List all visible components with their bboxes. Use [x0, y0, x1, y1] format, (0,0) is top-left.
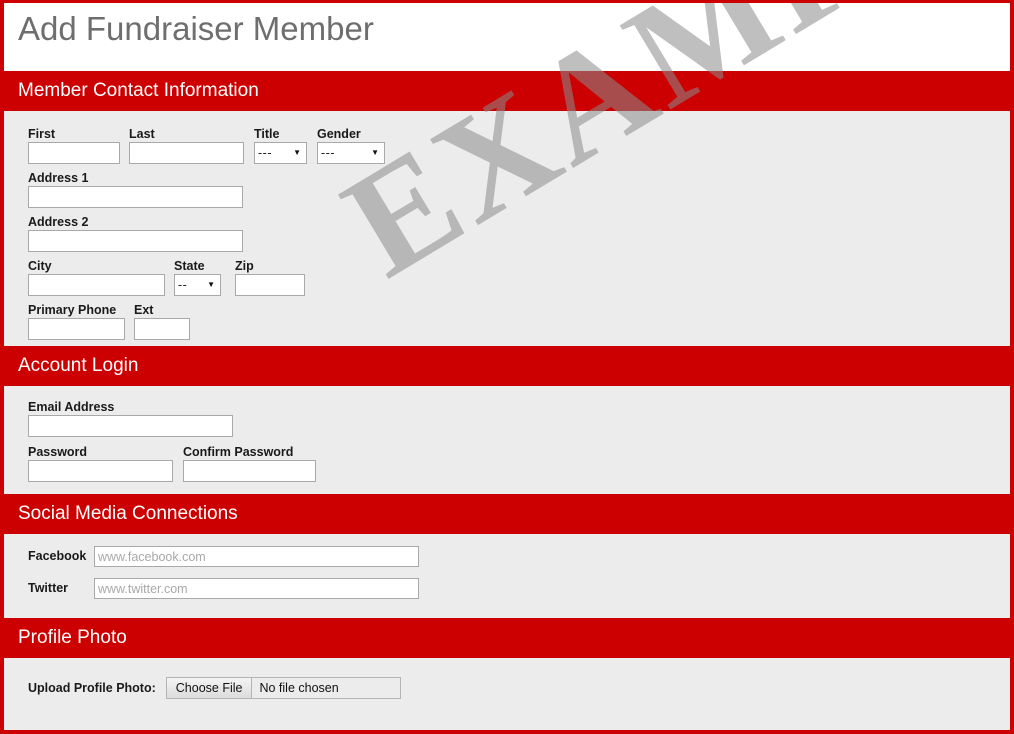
field-group-gender: Gender --- ▼: [317, 127, 385, 164]
input-zip[interactable]: [235, 274, 305, 296]
input-last[interactable]: [129, 142, 244, 164]
input-first[interactable]: [28, 142, 120, 164]
choose-file-button[interactable]: Choose File: [166, 678, 253, 698]
section-body-account-login: Email Address Password Confirm Password: [4, 386, 1010, 494]
label-primary-phone: Primary Phone: [28, 303, 117, 317]
input-facebook[interactable]: [94, 546, 419, 567]
label-facebook: Facebook: [28, 549, 87, 563]
input-password[interactable]: [28, 460, 173, 482]
name-row: First Last Title --- ▼ Gender --- ▼: [28, 127, 1010, 164]
input-ext[interactable]: [134, 318, 190, 340]
section-header-social-media-connections: Social Media Connections: [4, 494, 1010, 534]
label-upload-profile-photo: Upload Profile Photo:: [28, 680, 156, 695]
label-ext: Ext: [134, 303, 154, 317]
city-state-zip-row: City State -- ▼ Zip: [28, 259, 1010, 296]
field-group-last: Last: [129, 127, 244, 164]
label-gender: Gender: [317, 127, 361, 141]
select-state-value: --: [178, 278, 188, 292]
input-address1[interactable]: [28, 186, 243, 208]
label-password: Password: [28, 445, 88, 459]
field-group-city: City: [28, 259, 165, 296]
label-zip: Zip: [235, 259, 254, 273]
chevron-down-icon: ▼: [371, 148, 379, 157]
section-header-profile-photo: Profile Photo: [4, 618, 1010, 658]
label-address1: Address 1: [28, 171, 89, 185]
field-group-twitter: Twitter: [28, 578, 1010, 599]
phone-row: Primary Phone Ext: [28, 303, 1010, 340]
field-group-ext: Ext: [134, 303, 190, 340]
section-body-profile-photo: Upload Profile Photo: Choose File No fil…: [4, 658, 1010, 730]
label-title: Title: [254, 127, 280, 141]
input-twitter[interactable]: [94, 578, 419, 599]
input-confirm-password[interactable]: [183, 460, 316, 482]
field-group-zip: Zip: [235, 259, 305, 296]
chevron-down-icon: ▼: [207, 280, 215, 289]
field-group-primary-phone: Primary Phone: [28, 303, 125, 340]
label-address2: Address 2: [28, 215, 89, 229]
label-last: Last: [129, 127, 155, 141]
field-group-address1: Address 1: [28, 171, 1010, 208]
field-group-facebook: Facebook: [28, 546, 1010, 567]
page-title: Add Fundraiser Member: [18, 10, 374, 47]
select-gender-value: ---: [321, 146, 335, 160]
label-twitter: Twitter: [28, 581, 69, 595]
label-first: First: [28, 127, 56, 141]
label-email-address: Email Address: [28, 400, 115, 414]
select-gender[interactable]: --- ▼: [317, 142, 385, 164]
section-header-account-login: Account Login: [4, 346, 1010, 386]
add-fundraiser-member-page: Add Fundraiser Member Member Contact Inf…: [0, 0, 1014, 734]
select-title-value: ---: [258, 146, 272, 160]
label-state: State: [174, 259, 205, 273]
input-primary-phone[interactable]: [28, 318, 125, 340]
field-group-address2: Address 2: [28, 215, 1010, 252]
chevron-down-icon: ▼: [293, 148, 301, 157]
field-group-email: Email Address: [28, 400, 1010, 437]
field-group-title: Title --- ▼: [254, 127, 307, 164]
upload-profile-photo-row: Upload Profile Photo: Choose File No fil…: [28, 677, 1010, 699]
page-title-bar: Add Fundraiser Member: [4, 3, 1010, 71]
password-row: Password Confirm Password: [28, 445, 1010, 482]
field-group-state: State -- ▼: [174, 259, 221, 296]
field-group-password: Password: [28, 445, 173, 482]
input-email-address[interactable]: [28, 415, 233, 437]
file-status-text: No file chosen: [259, 681, 339, 695]
section-body-member-contact-information: First Last Title --- ▼ Gender --- ▼ Addr…: [4, 111, 1010, 346]
field-group-first: First: [28, 127, 120, 164]
input-city[interactable]: [28, 274, 165, 296]
select-title[interactable]: --- ▼: [254, 142, 307, 164]
section-body-social-media-connections: Facebook Twitter: [4, 534, 1010, 618]
select-state[interactable]: -- ▼: [174, 274, 221, 296]
label-city: City: [28, 259, 52, 273]
input-address2[interactable]: [28, 230, 243, 252]
file-input-profile-photo[interactable]: Choose File No file chosen: [165, 677, 401, 699]
section-header-member-contact-information: Member Contact Information: [4, 71, 1010, 111]
field-group-confirm-password: Confirm Password: [183, 445, 316, 482]
label-confirm-password: Confirm Password: [183, 445, 294, 459]
